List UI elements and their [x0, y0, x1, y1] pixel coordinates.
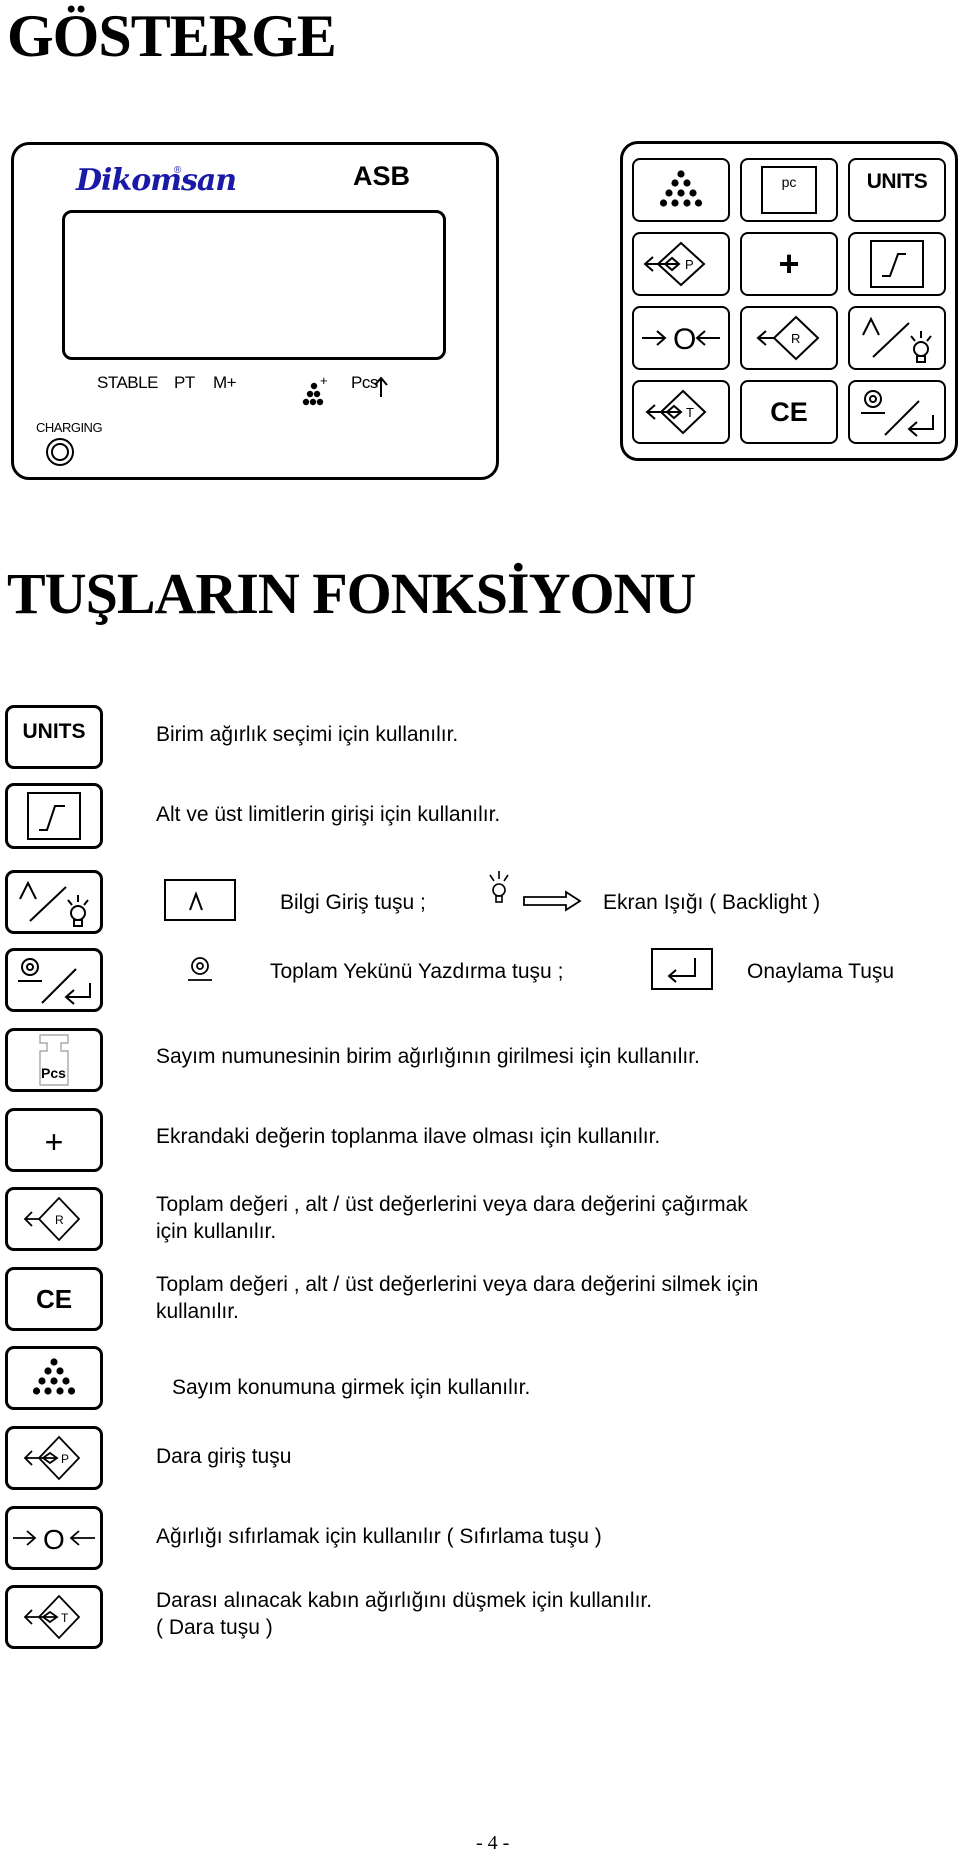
tare-icon: T: [23, 1594, 81, 1640]
ce-key-sample: CE: [5, 1267, 103, 1331]
limit-description: Alt ve üst limitlerin girişi için kullan…: [156, 803, 501, 826]
recall-key[interactable]: R: [740, 306, 838, 370]
ce-key[interactable]: CE: [740, 380, 838, 444]
tare-description-line1: Darası alınacak kabın ağırlığını düşmek …: [156, 1589, 653, 1612]
info-backlight-icon: [19, 880, 89, 927]
charging-led-icon: [46, 438, 74, 466]
recall-description-line1: Toplam değeri , alt / üst değerlerini ve…: [156, 1193, 748, 1216]
info-backlight-key[interactable]: [848, 306, 946, 370]
count-key-sample: [5, 1346, 103, 1410]
section-title: TUŞLARIN FONKSİYONU: [7, 561, 696, 626]
svg-text:P: P: [685, 257, 694, 272]
zero-icon: O: [13, 1524, 95, 1555]
limit-icon: [870, 240, 924, 288]
plus-key-label: +: [778, 243, 800, 284]
tare-description-line2: ( Dara tuşu ): [156, 1616, 273, 1639]
print-icon: [188, 957, 212, 981]
pc-key[interactable]: pc: [740, 158, 838, 222]
zero-icon: O: [642, 323, 720, 356]
preset-tare-icon: P: [23, 1435, 81, 1481]
brand-logo: Dikomsan: [76, 163, 237, 198]
count-description: Sayım konumuna girmek için kullanılır.: [172, 1376, 531, 1399]
plus-key-sample: +: [5, 1108, 103, 1172]
pc-key-frame: pc: [761, 166, 817, 214]
svg-text:+: +: [320, 373, 328, 388]
count-dots-icon: [659, 170, 703, 207]
print-enter-icon: [18, 958, 91, 1005]
preset-tare-icon: P: [643, 241, 706, 287]
svg-text:R: R: [791, 331, 800, 346]
tare-key[interactable]: T: [632, 380, 730, 444]
page-title: GÖSTERGE: [7, 3, 337, 69]
indicator-stable: STABLE: [97, 373, 158, 392]
limit-key-sample: [5, 783, 103, 849]
print-enter-key[interactable]: [848, 380, 946, 444]
indicator-m-plus: M+: [213, 373, 237, 392]
plus-description: Ekrandaki değerin toplanma ilave olması …: [156, 1125, 661, 1148]
zero-key[interactable]: O: [632, 306, 730, 370]
pcs-description: Sayım numunesinin birim ağırlığının giri…: [156, 1045, 700, 1068]
info-backlight-key-sample: [5, 870, 103, 934]
zero-description: Ağırlığı sıfırlamak için kullanılır ( Sı…: [156, 1525, 602, 1548]
enter-description: Onaylama Tuşu: [747, 960, 895, 983]
svg-text:O: O: [43, 1524, 65, 1555]
lcd-screen: [62, 210, 446, 360]
svg-text:T: T: [61, 1611, 69, 1625]
ce-key-label: CE: [770, 396, 808, 427]
svg-text:R: R: [55, 1213, 64, 1227]
backlight-description: Ekran Işığı ( Backlight ): [603, 891, 821, 914]
count-plus-indicator-icon: +: [302, 373, 328, 406]
limit-key[interactable]: [848, 232, 946, 296]
units-key[interactable]: UNITS: [848, 158, 946, 222]
recall-description-line2: için kullanılır.: [156, 1220, 277, 1243]
recall-icon: R: [23, 1196, 81, 1242]
print-enter-icon: [861, 390, 934, 437]
info-key-icon: [164, 879, 236, 921]
double-arrow-right-icon: [523, 890, 582, 912]
svg-text:T: T: [686, 405, 694, 420]
preset-tare-description: Dara giriş tuşu: [156, 1445, 292, 1468]
zero-key-sample: O: [5, 1506, 103, 1570]
units-description: Birim ağırlık seçimi için kullanılır.: [156, 723, 459, 746]
preset-tare-key-sample: P: [5, 1426, 103, 1490]
tare-icon: T: [645, 389, 707, 435]
svg-text:Pcs: Pcs: [41, 1065, 66, 1081]
count-dots-icon: [32, 1358, 76, 1395]
plus-key[interactable]: +: [740, 232, 838, 296]
backlight-bulb-icon: [489, 871, 509, 903]
ce-key-label: CE: [35, 1283, 73, 1314]
charging-label: CHARGING: [36, 420, 103, 435]
pcs-weight-icon: Pcs: [39, 1034, 69, 1086]
enter-key-icon: [651, 948, 713, 990]
info-key-description: Bilgi Giriş tuşu ;: [280, 891, 426, 914]
registered-mark: ®: [174, 165, 182, 176]
pcs-key-sample: Pcs: [5, 1028, 103, 1092]
svg-text:O: O: [673, 323, 696, 356]
pc-key-label: pc: [781, 174, 797, 190]
limit-icon: [27, 792, 81, 840]
recall-key-sample: R: [5, 1187, 103, 1251]
indicator-pt: PT: [174, 373, 195, 392]
recall-icon: R: [756, 315, 820, 361]
units-key-sample: UNITS: [5, 705, 103, 769]
page-number: - 4 -: [476, 1832, 510, 1854]
preset-tare-key[interactable]: P: [632, 232, 730, 296]
tare-key-sample: T: [5, 1585, 103, 1649]
ce-description-line2: kullanılır.: [156, 1300, 239, 1323]
svg-text:P: P: [61, 1452, 69, 1466]
print-enter-key-sample: [5, 948, 103, 1012]
count-key[interactable]: [632, 158, 730, 222]
display-panel: Dikomsan ® ASB STABLE PT M+ + Pcs CHARGI…: [11, 142, 499, 480]
arrow-up-icon: [374, 376, 388, 397]
plus-key-label: +: [44, 1124, 64, 1160]
info-backlight-icon: [862, 316, 932, 363]
print-description: Toplam Yekünü Yazdırma tuşu ;: [270, 960, 564, 983]
model-label: ASB: [353, 161, 411, 191]
units-key-label: UNITS: [22, 720, 86, 743]
ce-description-line1: Toplam değeri , alt / üst değerlerini ve…: [156, 1273, 759, 1296]
units-key-label: UNITS: [866, 170, 928, 193]
